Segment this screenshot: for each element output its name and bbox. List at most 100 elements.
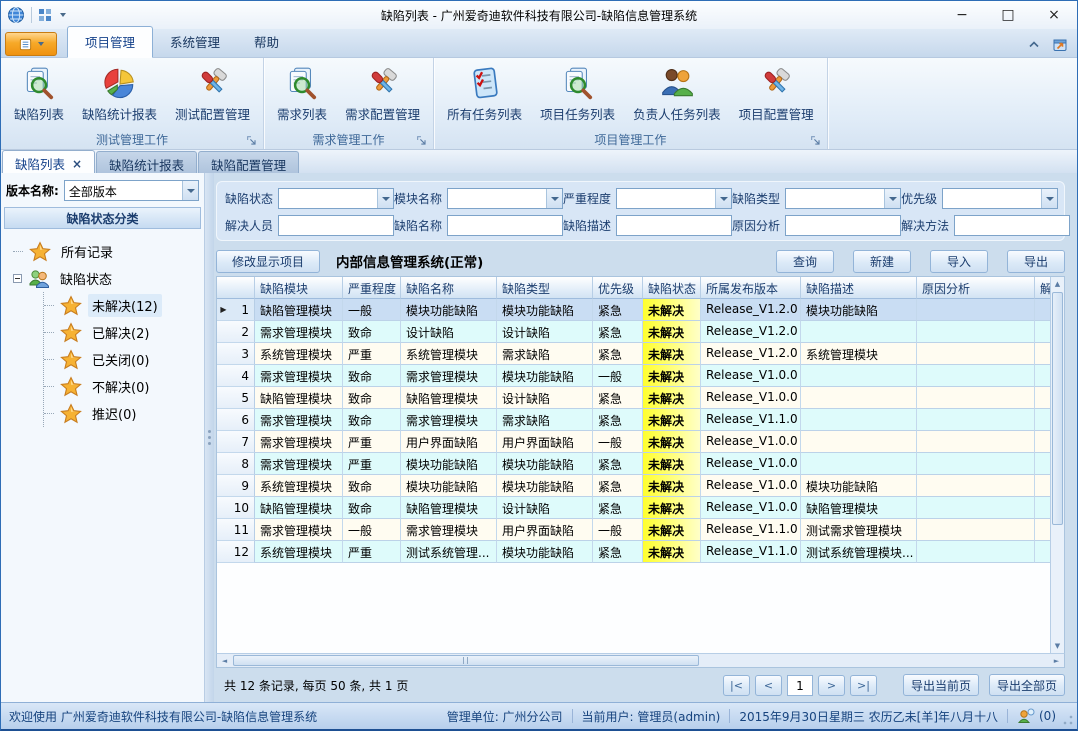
cell[interactable]: 一般 [593,519,643,541]
modify-display-items-button[interactable]: 修改显示项目 [216,250,320,273]
export-current-page-button[interactable]: 导出当前页 [903,674,979,696]
row-header[interactable]: 4 [217,365,255,387]
cell[interactable]: 未解决 [643,321,701,343]
cell[interactable] [1035,365,1050,387]
filter-defect-name-input[interactable] [447,215,563,236]
table-row[interactable]: 3系统管理模块严重系统管理模块需求缺陷紧急未解决Release_V1.2.0系统… [217,343,1050,365]
cell[interactable] [917,475,1035,497]
cell[interactable] [917,365,1035,387]
cell[interactable]: 紧急 [593,409,643,431]
cell[interactable]: 紧急 [593,497,643,519]
row-header[interactable]: ▶1 [217,299,255,321]
test-config-button[interactable]: 测试配置管理 [166,62,259,126]
app-menu-button[interactable] [5,32,57,56]
tree-item-all-records[interactable]: 所有记录 [13,238,202,265]
ribbon-tab-system-mgmt[interactable]: 系统管理 [153,27,237,57]
cell[interactable]: 未解决 [643,453,701,475]
doc-tab-defect-list[interactable]: 缺陷列表× [2,150,95,173]
cell[interactable] [801,365,917,387]
cell[interactable]: 严重 [343,343,401,365]
cell[interactable]: 需求管理模块 [401,365,497,387]
cell[interactable]: 模块功能缺陷 [401,453,497,475]
cell[interactable]: 测试需求管理模块 [801,519,917,541]
version-select[interactable]: 全部版本 [64,180,199,201]
cell[interactable]: Release_V1.0.0 [701,365,801,387]
cell[interactable]: 未解决 [643,497,701,519]
cell[interactable]: 未解决 [643,431,701,453]
cell[interactable]: 测试系统管理... [401,541,497,563]
cell[interactable]: 紧急 [593,299,643,321]
export-button[interactable]: 导出 [1007,250,1065,273]
cell[interactable]: 模块功能缺陷 [497,453,593,475]
cell[interactable] [801,409,917,431]
cell[interactable]: 紧急 [593,343,643,365]
cell[interactable] [1035,519,1050,541]
cell[interactable] [917,387,1035,409]
cell[interactable]: 致命 [343,321,401,343]
row-header[interactable]: 11 [217,519,255,541]
last-page-button[interactable]: >| [850,675,877,696]
ribbon-help-window-icon[interactable] [1052,37,1069,53]
cell[interactable]: 需求管理模块 [255,431,343,453]
cell[interactable] [917,519,1035,541]
cell[interactable]: 需求管理模块 [255,453,343,475]
row-header[interactable]: 10 [217,497,255,519]
column-header[interactable]: 缺陷名称 [401,277,497,299]
tree-item-unresolved[interactable]: 未解决(12) [44,292,202,319]
table-row[interactable]: ▶1缺陷管理模块一般模块功能缺陷模块功能缺陷紧急未解决Release_V1.2.… [217,299,1050,321]
cell[interactable]: 设计缺陷 [497,321,593,343]
horizontal-scroll-thumb[interactable] [233,655,699,666]
cell[interactable]: 需求缺陷 [497,343,593,365]
doc-tab-defect-report[interactable]: 缺陷统计报表 [96,151,197,173]
cell[interactable]: 一般 [343,519,401,541]
cell[interactable]: 缺陷管理模块 [401,387,497,409]
cell[interactable]: 严重 [343,431,401,453]
filter-priority-select[interactable] [942,188,1058,209]
cell[interactable]: 致命 [343,365,401,387]
cell[interactable] [917,343,1035,365]
ribbon-collapse-chevron-icon[interactable] [1024,36,1044,53]
cell[interactable]: 模块功能缺陷 [401,299,497,321]
tree-item-defect-status-node[interactable]: 缺陷状态 [13,265,202,292]
cell[interactable]: 致命 [343,497,401,519]
first-page-button[interactable]: |< [723,675,750,696]
cell[interactable]: Release_V1.0.0 [701,453,801,475]
close-button[interactable]: × [1031,1,1077,29]
cell[interactable] [1035,299,1050,321]
sidebar-splitter[interactable] [205,173,214,702]
page-number-input[interactable]: 1 [787,675,813,696]
cell[interactable]: 需求管理模块 [401,409,497,431]
chevron-down-icon[interactable] [884,189,900,208]
cell[interactable]: 系统管理模块 [255,343,343,365]
cell[interactable]: 紧急 [593,475,643,497]
cell[interactable] [1035,343,1050,365]
cell[interactable]: 设计缺陷 [497,497,593,519]
cell[interactable]: 未解决 [643,519,701,541]
cell[interactable]: 缺陷管理模块 [255,299,343,321]
defect-list-button[interactable]: 缺陷列表 [5,62,73,126]
cell[interactable] [801,321,917,343]
query-button[interactable]: 查询 [776,250,834,273]
cell[interactable]: 紧急 [593,541,643,563]
scroll-right-arrow-icon[interactable]: ► [1049,654,1064,667]
cell[interactable]: 一般 [593,365,643,387]
cell[interactable]: 未解决 [643,387,701,409]
cell[interactable]: Release_V1.1.0 [701,541,801,563]
vertical-scroll-thumb[interactable] [1052,292,1063,525]
cell[interactable]: Release_V1.2.0 [701,321,801,343]
column-header[interactable]: 解决方法 [1035,277,1050,299]
tree-item-wontfix[interactable]: 不解决(0) [44,373,202,400]
cell[interactable] [1035,431,1050,453]
column-header[interactable]: 优先级 [593,277,643,299]
owner-tasks-button[interactable]: 负责人任务列表 [624,62,730,126]
cell[interactable]: Release_V1.1.0 [701,409,801,431]
row-header[interactable]: 3 [217,343,255,365]
table-row[interactable]: 12系统管理模块严重测试系统管理...模块功能缺陷紧急未解决Release_V1… [217,541,1050,563]
cell[interactable]: Release_V1.1.0 [701,519,801,541]
cell[interactable]: 模块功能缺陷 [401,475,497,497]
export-all-pages-button[interactable]: 导出全部页 [989,674,1065,696]
cell[interactable] [1035,387,1050,409]
cell[interactable]: 一般 [343,299,401,321]
cell[interactable]: 模块功能缺陷 [801,475,917,497]
cell[interactable]: 需求管理模块 [255,365,343,387]
